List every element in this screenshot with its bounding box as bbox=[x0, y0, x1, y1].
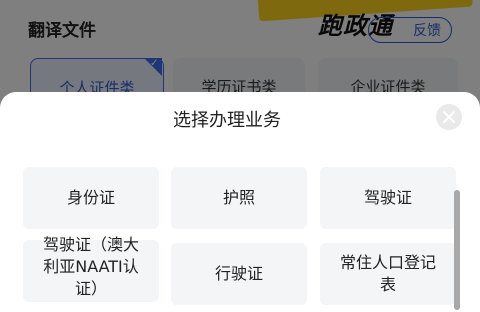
option-vehicle-license[interactable]: 行驶证 bbox=[171, 243, 307, 305]
sheet-title: 选择办理业务 bbox=[173, 110, 281, 131]
option-driver-license-naati[interactable]: 驾驶证（澳大利亚NAATI认证） bbox=[23, 235, 159, 302]
option-label: 驾驶证 bbox=[363, 188, 412, 207]
close-icon bbox=[443, 111, 455, 123]
option-label: 驾驶证（澳大利亚NAATI认证） bbox=[42, 235, 139, 298]
option-driver-license[interactable]: 驾驶证 bbox=[320, 167, 456, 229]
option-passport[interactable]: 护照 bbox=[171, 167, 307, 229]
option-label: 护照 bbox=[222, 188, 255, 207]
close-button[interactable] bbox=[436, 104, 462, 130]
option-id-card[interactable]: 身份证 bbox=[23, 167, 159, 229]
option-label: 常住人口登记表 bbox=[339, 253, 436, 294]
option-label: 身份证 bbox=[66, 188, 115, 207]
option-household-register[interactable]: 常住人口登记表 bbox=[320, 243, 456, 305]
option-label: 行驶证 bbox=[214, 264, 263, 283]
business-select-sheet: 选择办理业务 身份证 护照 驾驶证 驾驶证（澳大利亚NAATI认证） 行驶证 常… bbox=[0, 92, 480, 312]
scrollbar[interactable] bbox=[454, 190, 460, 310]
